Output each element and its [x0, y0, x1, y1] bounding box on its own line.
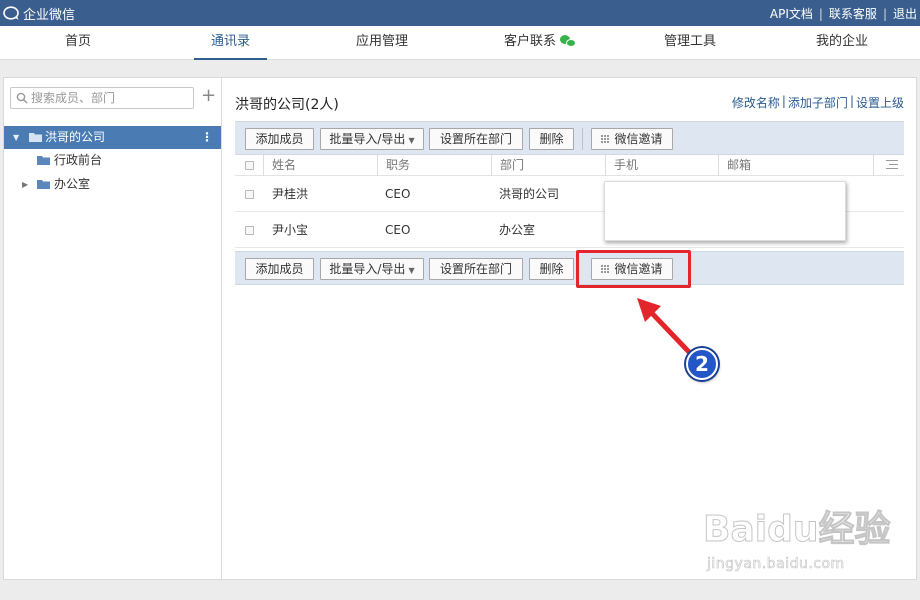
tree-item-front-desk[interactable]: 行政前台 — [4, 149, 221, 172]
folder-icon — [37, 156, 50, 165]
watermark-url: jingyan.baidu.com — [707, 556, 845, 573]
tab-label: 客户联系 — [503, 34, 556, 49]
set-department-button[interactable]: 设置所在部门 — [429, 258, 523, 280]
set-department-button[interactable]: 设置所在部门 — [429, 128, 523, 150]
row-checkbox[interactable] — [245, 190, 254, 199]
tab-contacts[interactable]: 通讯录 — [194, 26, 267, 60]
app-title: 企业微信 — [23, 8, 76, 23]
tab-app-management[interactable]: 应用管理 — [332, 26, 432, 60]
set-parent-link[interactable]: 设置上级 — [856, 94, 904, 111]
tab-label: 通讯录 — [210, 34, 250, 49]
tab-label: 首页 — [64, 34, 91, 49]
wechat-icon — [560, 35, 576, 48]
column-email[interactable]: 邮箱 — [718, 155, 873, 176]
toolbar-divider — [582, 128, 583, 150]
tab-home[interactable]: 首页 — [28, 26, 128, 60]
blank-popup — [604, 181, 846, 241]
search-input[interactable] — [31, 90, 189, 106]
top-links: API文档 | 联系客服 | 退出 — [770, 5, 917, 22]
column-title[interactable]: 职务 — [377, 155, 491, 176]
column-phone[interactable]: 手机 — [605, 155, 718, 176]
tree-item-company[interactable]: ▼ 洪哥的公司 ⋮ — [4, 126, 221, 149]
tree-item-office[interactable]: ▶ 办公室 — [4, 173, 221, 196]
add-member-button[interactable]: 添加成员 — [245, 128, 314, 150]
department-sidebar: + ▼ 洪哥的公司 ⋮ 行政前台 ▶ 办公室 — [4, 78, 222, 579]
expand-down-icon[interactable]: ▼ — [13, 126, 19, 149]
main-nav: 首页 通讯录 应用管理 客户联系 管理工具 我的企业 — [0, 26, 920, 60]
add-sub-department-link[interactable]: 添加子部门 — [788, 94, 848, 111]
column-name[interactable]: 姓名 — [263, 155, 377, 176]
divider: | — [818, 6, 823, 21]
baidu-watermark: Baidu经验 jingyan.baidu.com — [702, 500, 893, 580]
tree-item-label: 办公室 — [54, 177, 91, 191]
tree-item-label: 洪哥的公司 — [45, 130, 106, 144]
tab-customer-contact[interactable]: 客户联系 — [490, 26, 590, 60]
row-checkbox[interactable] — [245, 226, 254, 235]
member-title: CEO — [385, 223, 411, 237]
add-department-button[interactable]: + — [201, 86, 216, 108]
divider: | — [882, 6, 887, 21]
tab-label: 我的企业 — [815, 34, 868, 49]
table-header: 姓名 职务 部门 手机 邮箱 — [235, 155, 904, 176]
tab-label: 管理工具 — [663, 34, 716, 49]
api-docs-link[interactable]: API文档 — [770, 5, 813, 22]
member-department: 办公室 — [499, 223, 536, 237]
top-toolbar: 添加成员 批量导入/导出 ▼ 设置所在部门 删除 微信邀请 — [235, 121, 904, 155]
watermark-logo: Baidu经验 — [702, 509, 891, 551]
logout-link[interactable]: 退出 — [893, 5, 917, 22]
top-bar: 企业微信 API文档 | 联系客服 | 退出 — [0, 0, 920, 26]
grid-icon — [601, 135, 611, 144]
divider: | — [781, 94, 786, 108]
chat-bubble-icon — [3, 6, 19, 20]
folder-icon — [37, 180, 50, 189]
chevron-down-icon: ▼ — [408, 266, 415, 275]
expand-right-icon[interactable]: ▶ — [22, 173, 28, 196]
divider: | — [849, 94, 854, 108]
member-name: 尹桂洪 — [272, 187, 309, 201]
more-options-icon[interactable]: ⋮ — [201, 126, 213, 149]
batch-import-export-button[interactable]: 批量导入/导出 ▼ — [320, 128, 424, 150]
delete-button[interactable]: 删除 — [529, 128, 574, 150]
column-settings-icon — [886, 160, 898, 170]
pointer-arrow-icon — [637, 298, 692, 355]
member-name: 尹小宝 — [272, 223, 309, 237]
highlight-box — [576, 250, 691, 288]
tab-management-tools[interactable]: 管理工具 — [640, 26, 740, 60]
wechat-invite-button[interactable]: 微信邀请 — [591, 128, 673, 150]
member-department: 洪哥的公司 — [499, 187, 560, 201]
department-actions: 修改名称 | 添加子部门 | 设置上级 — [732, 94, 904, 111]
button-label: 批量导入/导出 — [329, 132, 406, 146]
button-label: 微信邀请 — [614, 132, 663, 146]
button-label: 批量导入/导出 — [329, 262, 406, 276]
tab-label: 应用管理 — [355, 34, 408, 49]
tab-my-enterprise[interactable]: 我的企业 — [792, 26, 892, 60]
page-title: 洪哥的公司(2人) — [235, 97, 339, 113]
app-logo[interactable]: 企业微信 — [3, 4, 75, 23]
column-settings[interactable] — [873, 155, 904, 176]
batch-import-export-button[interactable]: 批量导入/导出 ▼ — [320, 258, 424, 280]
search-icon — [16, 92, 28, 104]
add-member-button[interactable]: 添加成员 — [245, 258, 314, 280]
select-all-checkbox[interactable] — [245, 161, 254, 170]
bottom-toolbar: 添加成员 批量导入/导出 ▼ 设置所在部门 删除 微信邀请 — [235, 251, 904, 285]
contact-support-link[interactable]: 联系客服 — [829, 5, 877, 22]
tree-item-label: 行政前台 — [54, 153, 103, 167]
chevron-down-icon: ▼ — [408, 136, 415, 145]
folder-icon — [29, 133, 42, 142]
step-number-badge: 2 — [686, 348, 718, 380]
member-title: CEO — [385, 187, 411, 201]
rename-link[interactable]: 修改名称 — [732, 94, 780, 111]
member-search — [10, 87, 194, 109]
column-department[interactable]: 部门 — [491, 155, 605, 176]
delete-button[interactable]: 删除 — [529, 258, 574, 280]
